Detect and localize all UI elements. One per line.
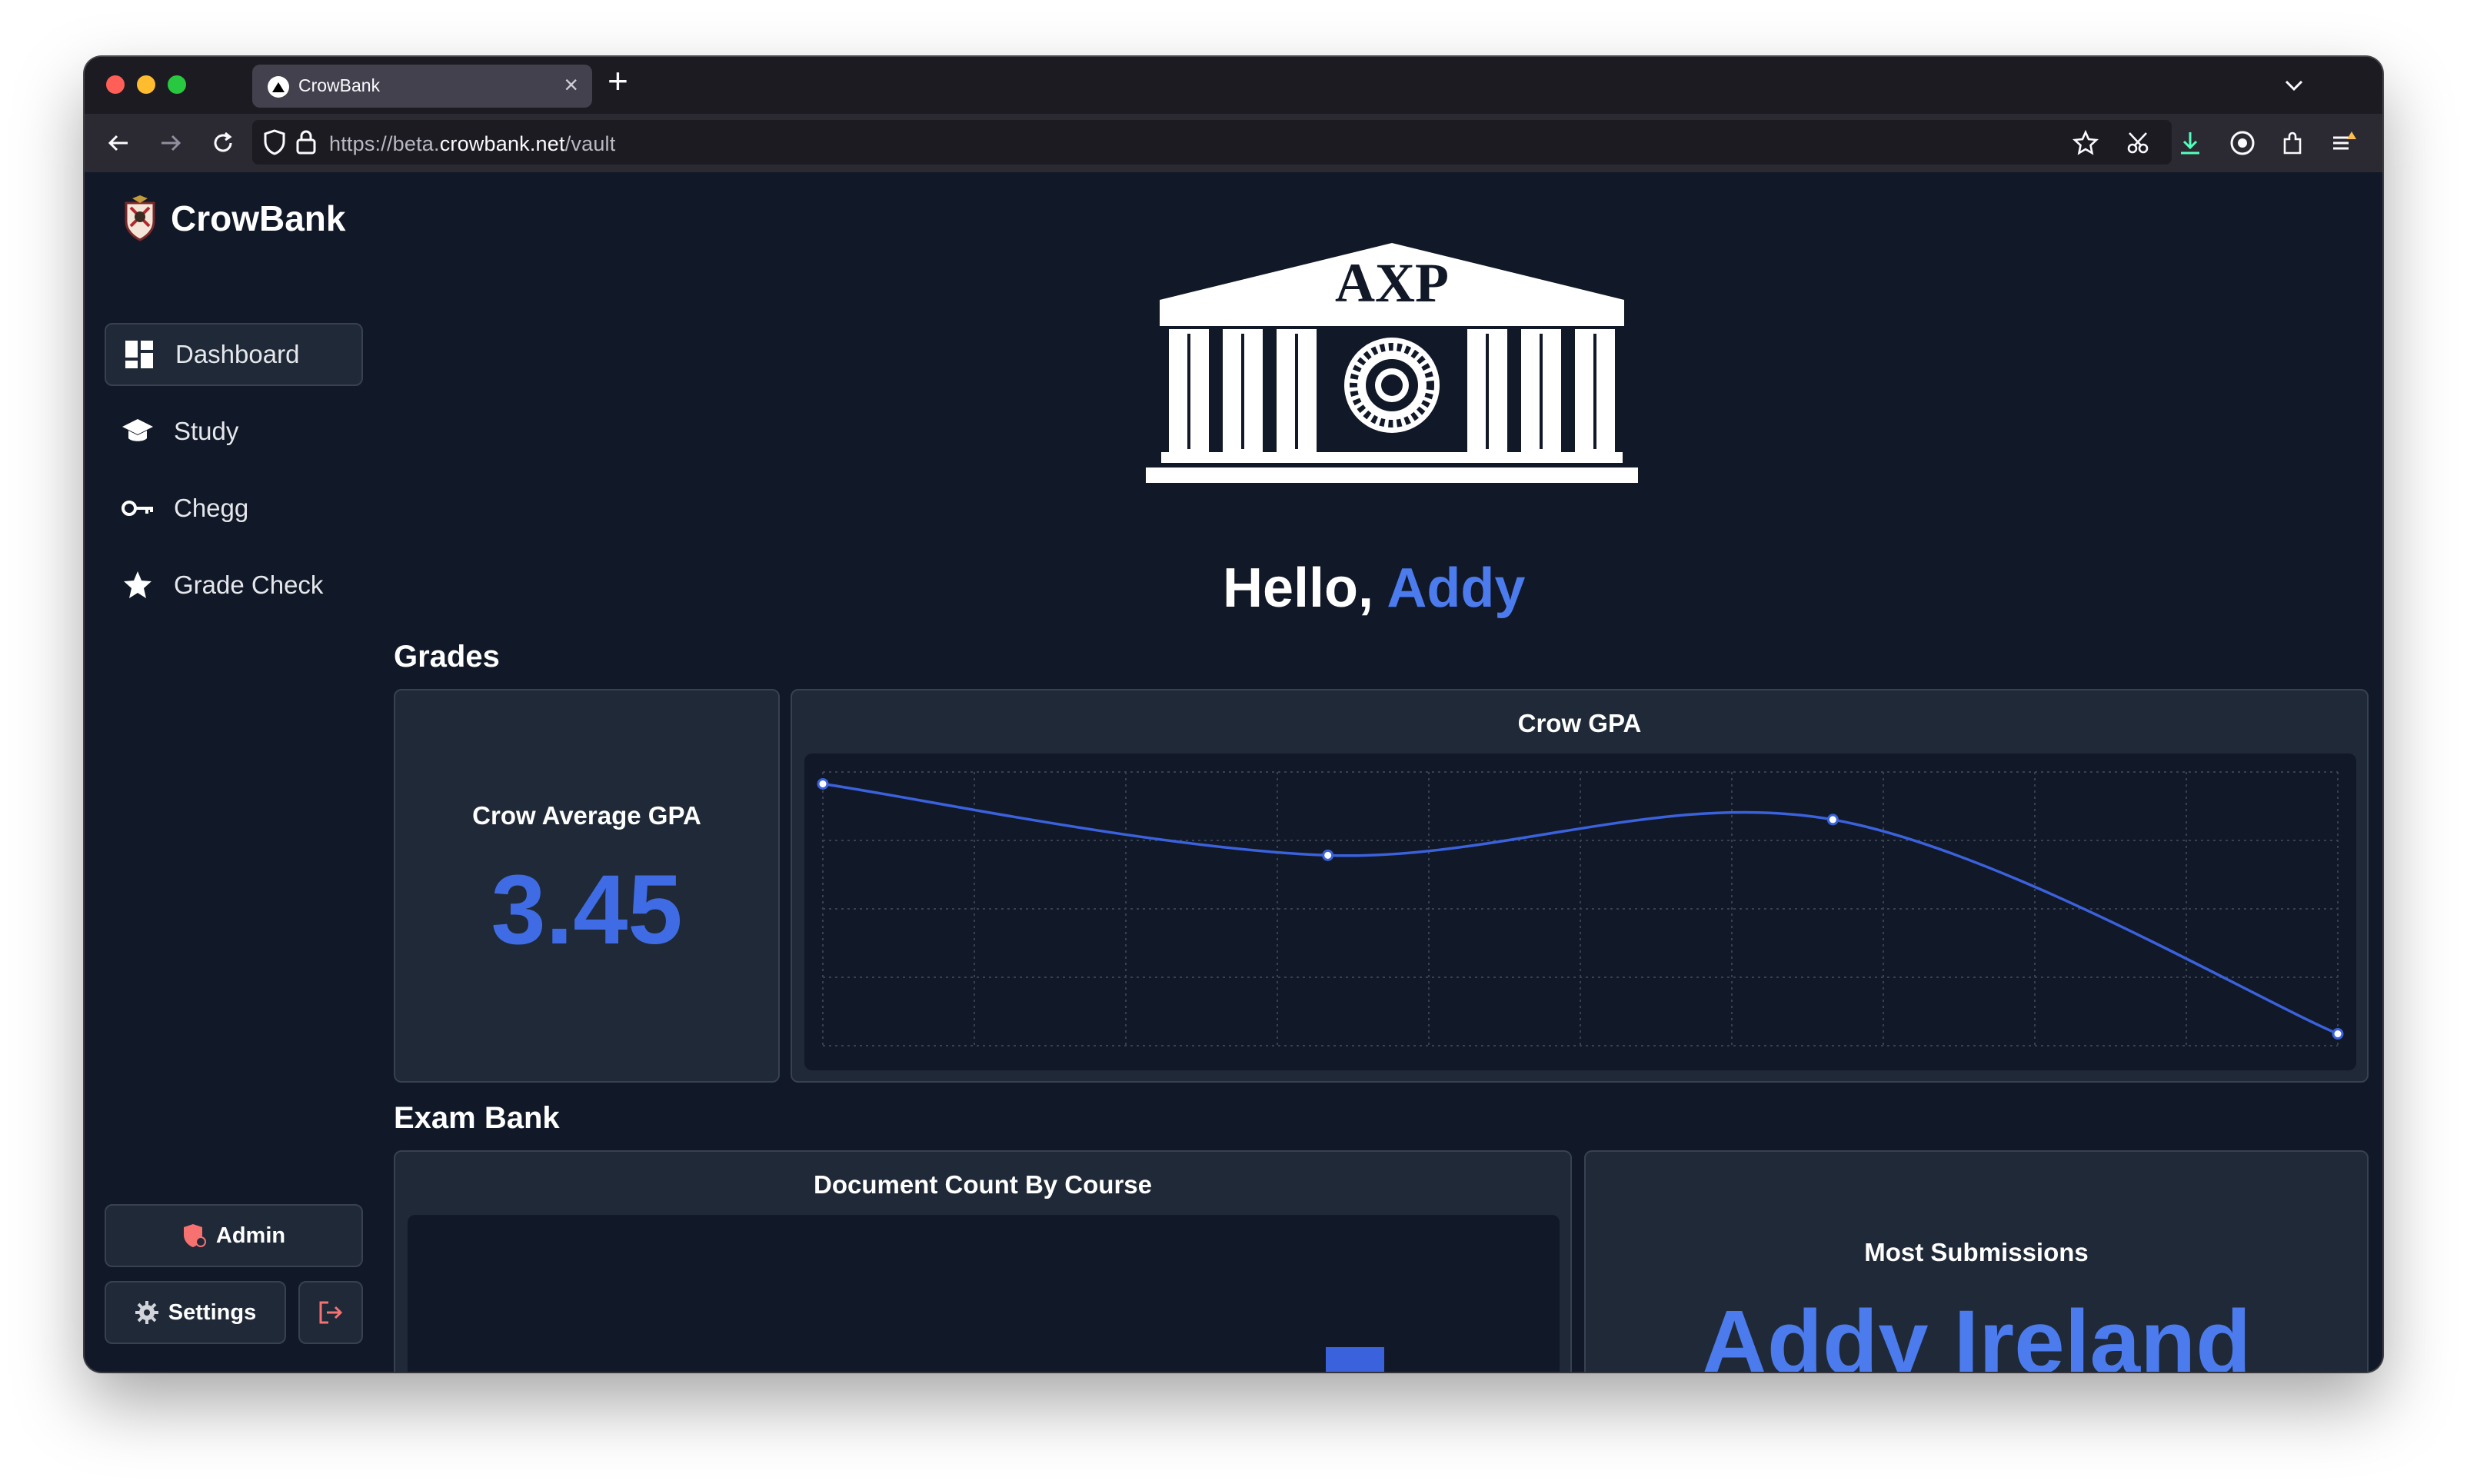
document-count-card: Document Count By Course	[394, 1150, 1572, 1372]
close-tab-icon[interactable]: ×	[564, 71, 578, 99]
gpa-plot-area	[804, 754, 2356, 1070]
document-plot-area	[408, 1215, 1560, 1372]
minimize-window-button[interactable]	[137, 75, 155, 94]
tab-list-chevron-icon[interactable]	[2282, 74, 2306, 101]
user-name: Addy	[1387, 557, 1526, 619]
forward-arrow-icon[interactable]	[155, 128, 186, 158]
sidebar-item-label: Chegg	[174, 494, 249, 522]
admin-label: Admin	[215, 1223, 286, 1248]
most-submissions-title: Most Submissions	[1864, 1238, 2089, 1266]
graduation-cap-icon	[120, 414, 155, 449]
sidebar-item-label: Grade Check	[174, 571, 324, 599]
grades-section-title: Grades	[394, 640, 500, 674]
gpa-data-point	[1322, 849, 1334, 861]
close-window-button[interactable]	[106, 75, 125, 94]
extension-icon[interactable]	[2227, 128, 2258, 158]
logout-button[interactable]	[298, 1281, 363, 1344]
puzzle-extensions-icon[interactable]	[2278, 128, 2309, 158]
url-text[interactable]: https://beta.crowbank.net/vault	[329, 132, 615, 156]
sidebar-item-study[interactable]: Study	[105, 400, 363, 463]
maximize-window-button[interactable]	[168, 75, 186, 94]
brand-name: CrowBank	[171, 198, 346, 238]
settings-button[interactable]: Settings	[105, 1281, 286, 1344]
admin-shield-icon	[183, 1224, 206, 1247]
bookmark-star-icon[interactable]	[2070, 128, 2101, 158]
tab-strip: CrowBank × +	[85, 57, 2382, 114]
app-content: CrowBank Dashboard Study Chegg Grade Che…	[85, 172, 2382, 1372]
sidebar-item-grade-check[interactable]: Grade Check	[105, 554, 363, 617]
exam-bank-section-title: Exam Bank	[394, 1101, 560, 1135]
settings-label: Settings	[168, 1299, 257, 1325]
downloads-icon[interactable]	[2175, 128, 2206, 158]
most-submissions-value: Addy Ireland	[1701, 1292, 2252, 1372]
sidebar-item-chegg[interactable]: Chegg	[105, 477, 363, 540]
gpa-chart-card: Crow GPA	[791, 689, 2369, 1083]
average-gpa-card: Crow Average GPA 3.45	[394, 689, 780, 1083]
sidebar-item-label: Study	[174, 417, 239, 445]
shield-icon[interactable]	[263, 129, 286, 159]
crest-logo-icon	[125, 195, 155, 241]
tab-title: CrowBank	[298, 75, 381, 95]
greeting: Hello, Addy	[1223, 557, 1525, 620]
key-icon	[120, 491, 155, 526]
gpa-line-chart	[817, 771, 2344, 1046]
dashboard-icon	[122, 337, 157, 372]
document-count-bar	[1326, 1347, 1384, 1372]
logo-text: AXP	[1335, 252, 1449, 314]
admin-button[interactable]: Admin	[105, 1204, 363, 1267]
star-icon	[120, 567, 155, 603]
app-menu-icon[interactable]	[2329, 128, 2359, 158]
address-bar[interactable]: https://beta.crowbank.net/vault	[252, 120, 2172, 165]
gpa-data-point	[1826, 814, 1839, 826]
document-bar-chart	[1326, 1347, 1384, 1372]
tab-crowbank[interactable]: CrowBank ×	[252, 65, 592, 108]
average-gpa-value: 3.45	[491, 855, 683, 965]
navigation-toolbar: https://beta.crowbank.net/vault	[85, 114, 2382, 172]
sidebar-item-dashboard[interactable]: Dashboard	[105, 323, 363, 386]
new-tab-button[interactable]: +	[608, 60, 628, 101]
gpa-data-point	[817, 777, 829, 790]
gpa-data-point	[2332, 1028, 2344, 1040]
gpa-chart-title: Crow GPA	[1517, 709, 1642, 737]
logout-icon	[319, 1301, 343, 1324]
lock-icon[interactable]	[295, 129, 317, 159]
most-submissions-card: Most Submissions Addy Ireland	[1584, 1150, 2369, 1372]
screenshot-icon[interactable]	[2122, 128, 2153, 158]
reload-icon[interactable]	[208, 128, 238, 158]
fraternity-temple-logo: AXP	[1146, 243, 1638, 483]
document-count-title: Document Count By Course	[813, 1170, 1153, 1199]
browser-window: CrowBank × + https://beta.crowbank.net/v…	[85, 57, 2382, 1372]
favicon-icon	[268, 76, 289, 98]
greeting-text: Hello,	[1223, 557, 1374, 619]
gear-icon	[135, 1301, 158, 1324]
average-gpa-title: Crow Average GPA	[472, 801, 701, 830]
sidebar-item-label: Dashboard	[175, 340, 300, 368]
brand[interactable]: CrowBank	[120, 195, 345, 241]
back-arrow-icon[interactable]	[103, 128, 134, 158]
